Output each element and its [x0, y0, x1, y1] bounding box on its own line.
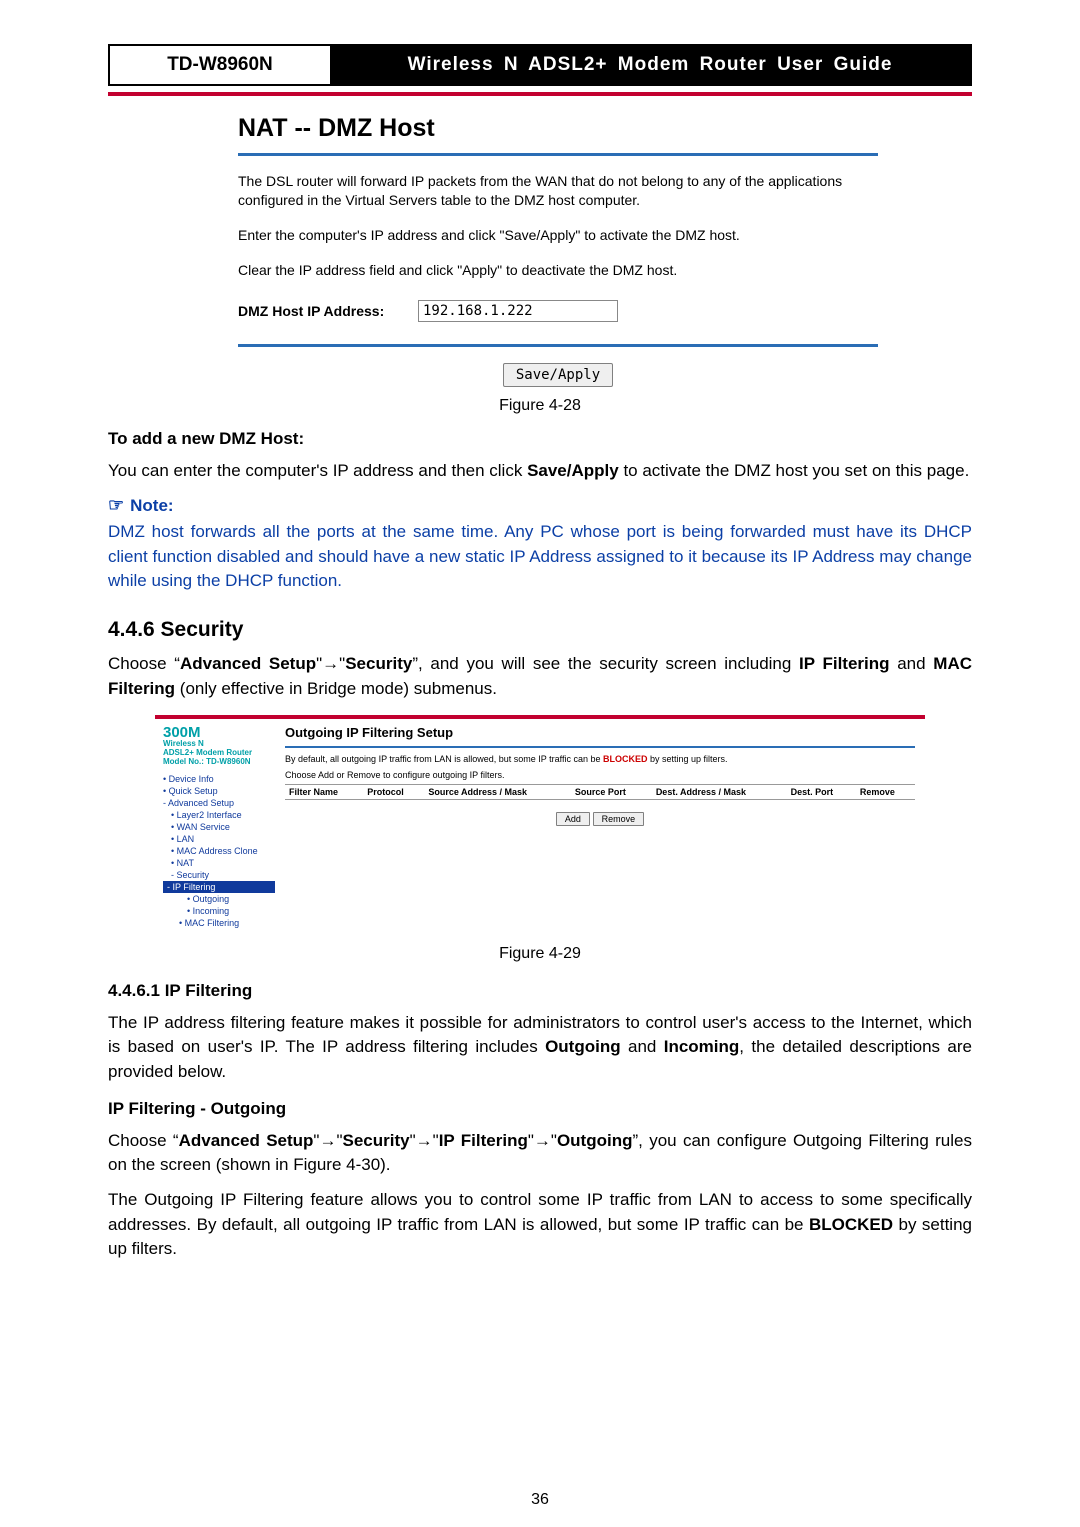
sidebar-item[interactable]: • MAC Filtering — [163, 917, 275, 929]
arrow-icon: → — [416, 1131, 433, 1150]
text-bold: Advanced Setup — [179, 1131, 314, 1150]
column-header: Source Port — [571, 785, 652, 800]
sidebar-item[interactable]: - Advanced Setup — [163, 797, 275, 809]
text-span: You can enter the computer's IP address … — [108, 461, 527, 480]
note-label: Note: — [130, 496, 173, 515]
save-apply-button[interactable]: Save/Apply — [503, 363, 613, 387]
text-span: By default, all outgoing IP traffic from… — [285, 754, 603, 764]
section-4-4-6-heading: 4.4.6 Security — [108, 618, 972, 642]
text-bold: Save/Apply — [527, 461, 619, 480]
text-bold: Outgoing — [557, 1131, 633, 1150]
sidebar-item[interactable]: • Outgoing — [163, 893, 275, 905]
column-header: Protocol — [363, 785, 424, 800]
sidebar-item[interactable]: • Layer2 Interface — [163, 809, 275, 821]
figure-4-28-caption: Figure 4-28 — [108, 397, 972, 415]
section-4-4-6-1-heading: 4.4.6.1 IP Filtering — [108, 981, 972, 1001]
security-para: Choose “Advanced Setup"→"Security”, and … — [108, 652, 972, 701]
brand-line: Model No.: TD-W8960N — [163, 758, 275, 767]
doc-header: TD-W8960N Wireless N ADSL2+ Modem Router… — [108, 44, 972, 86]
arrow-icon: → — [534, 1131, 551, 1150]
column-header: Dest. Address / Mask — [652, 785, 787, 800]
note-body: DMZ host forwards all the ports at the s… — [108, 520, 972, 594]
arrow-icon: → — [319, 1131, 336, 1150]
dmz-heading: NAT -- DMZ Host — [238, 114, 878, 143]
text-span: to activate the DMZ host you set on this… — [619, 461, 970, 480]
text-bold: Incoming — [664, 1037, 740, 1056]
pointing-hand-icon: ☞ — [108, 495, 124, 515]
dmz-ip-input[interactable] — [418, 300, 618, 322]
fig29-sidebar: 300M Wireless N ADSL2+ Modem Router Mode… — [155, 719, 275, 934]
text-bold: IP Filtering — [799, 654, 890, 673]
ipfilter-outgoing-para2: The Outgoing IP Filtering feature allows… — [108, 1188, 972, 1262]
text-span: ”, and you will see the security screen … — [412, 654, 799, 673]
add-button[interactable]: Add — [556, 812, 590, 826]
sidebar-item[interactable]: • Device Info — [163, 773, 275, 785]
outgoing-desc: By default, all outgoing IP traffic from… — [285, 754, 915, 764]
brand-300m: 300M — [163, 725, 275, 740]
arrow-icon: → — [322, 654, 339, 673]
text-bold: Security — [345, 654, 412, 673]
text-span: and — [621, 1037, 664, 1056]
remove-button[interactable]: Remove — [593, 812, 645, 826]
figure-4-28: NAT -- DMZ Host The DSL router will forw… — [238, 114, 878, 387]
doc-title: Wireless N ADSL2+ Modem Router User Guid… — [330, 46, 970, 84]
blue-rule-2 — [238, 344, 878, 347]
dmz-desc-3: Clear the IP address field and click "Ap… — [238, 261, 878, 280]
add-dmz-heading: To add a new DMZ Host: — [108, 429, 972, 449]
sidebar-item[interactable]: • MAC Address Clone — [163, 845, 275, 857]
sidebar-item[interactable]: - IP Filtering — [163, 881, 275, 893]
header-rule — [108, 92, 972, 96]
note-heading: ☞ Note: — [108, 495, 972, 516]
ipfilter-para: The IP address filtering feature makes i… — [108, 1011, 972, 1085]
blue-rule — [285, 746, 915, 748]
text-span: Choose “ — [108, 1131, 179, 1150]
model-number: TD-W8960N — [110, 46, 330, 84]
text-bold: Outgoing — [545, 1037, 621, 1056]
text-bold: IP Filtering — [439, 1131, 528, 1150]
sidebar-item[interactable]: • LAN — [163, 833, 275, 845]
blue-rule — [238, 153, 878, 156]
column-header: Remove — [856, 785, 915, 800]
column-header: Filter Name — [285, 785, 363, 800]
sidebar-item[interactable]: • Quick Setup — [163, 785, 275, 797]
text-span: and — [890, 654, 934, 673]
sidebar-item[interactable]: • NAT — [163, 857, 275, 869]
text-bold: Security — [343, 1131, 410, 1150]
outgoing-title: Outgoing IP Filtering Setup — [285, 725, 915, 740]
column-header: Source Address / Mask — [424, 785, 570, 800]
outgoing-desc2: Choose Add or Remove to configure outgoi… — [285, 770, 915, 780]
dmz-ip-label: DMZ Host IP Address: — [238, 303, 418, 319]
sidebar-item[interactable]: • WAN Service — [163, 821, 275, 833]
fig29-main: Outgoing IP Filtering Setup By default, … — [275, 719, 925, 934]
ipfilter-outgoing-heading: IP Filtering - Outgoing — [108, 1099, 972, 1119]
column-header: Dest. Port — [787, 785, 856, 800]
figure-4-29: 300M Wireless N ADSL2+ Modem Router Mode… — [155, 715, 925, 934]
text-span: (only effective in Bridge mode) submenus… — [175, 679, 497, 698]
text-span: by setting up filters. — [648, 754, 728, 764]
page-number: 36 — [0, 1491, 1080, 1509]
ipfilter-outgoing-para1: Choose “Advanced Setup"→"Security"→"IP F… — [108, 1129, 972, 1178]
text-bold: BLOCKED — [809, 1215, 893, 1234]
dmz-desc-2: Enter the computer's IP address and clic… — [238, 226, 878, 245]
filter-table: Filter NameProtocolSource Address / Mask… — [285, 784, 915, 800]
sidebar-item[interactable]: • Incoming — [163, 905, 275, 917]
dmz-desc-1: The DSL router will forward IP packets f… — [238, 172, 878, 210]
text-span: Choose “ — [108, 654, 180, 673]
add-dmz-para: You can enter the computer's IP address … — [108, 459, 972, 484]
blocked-word: BLOCKED — [603, 754, 648, 764]
text-bold: Advanced Setup — [180, 654, 316, 673]
figure-4-29-caption: Figure 4-29 — [108, 945, 972, 963]
sidebar-item[interactable]: - Security — [163, 869, 275, 881]
